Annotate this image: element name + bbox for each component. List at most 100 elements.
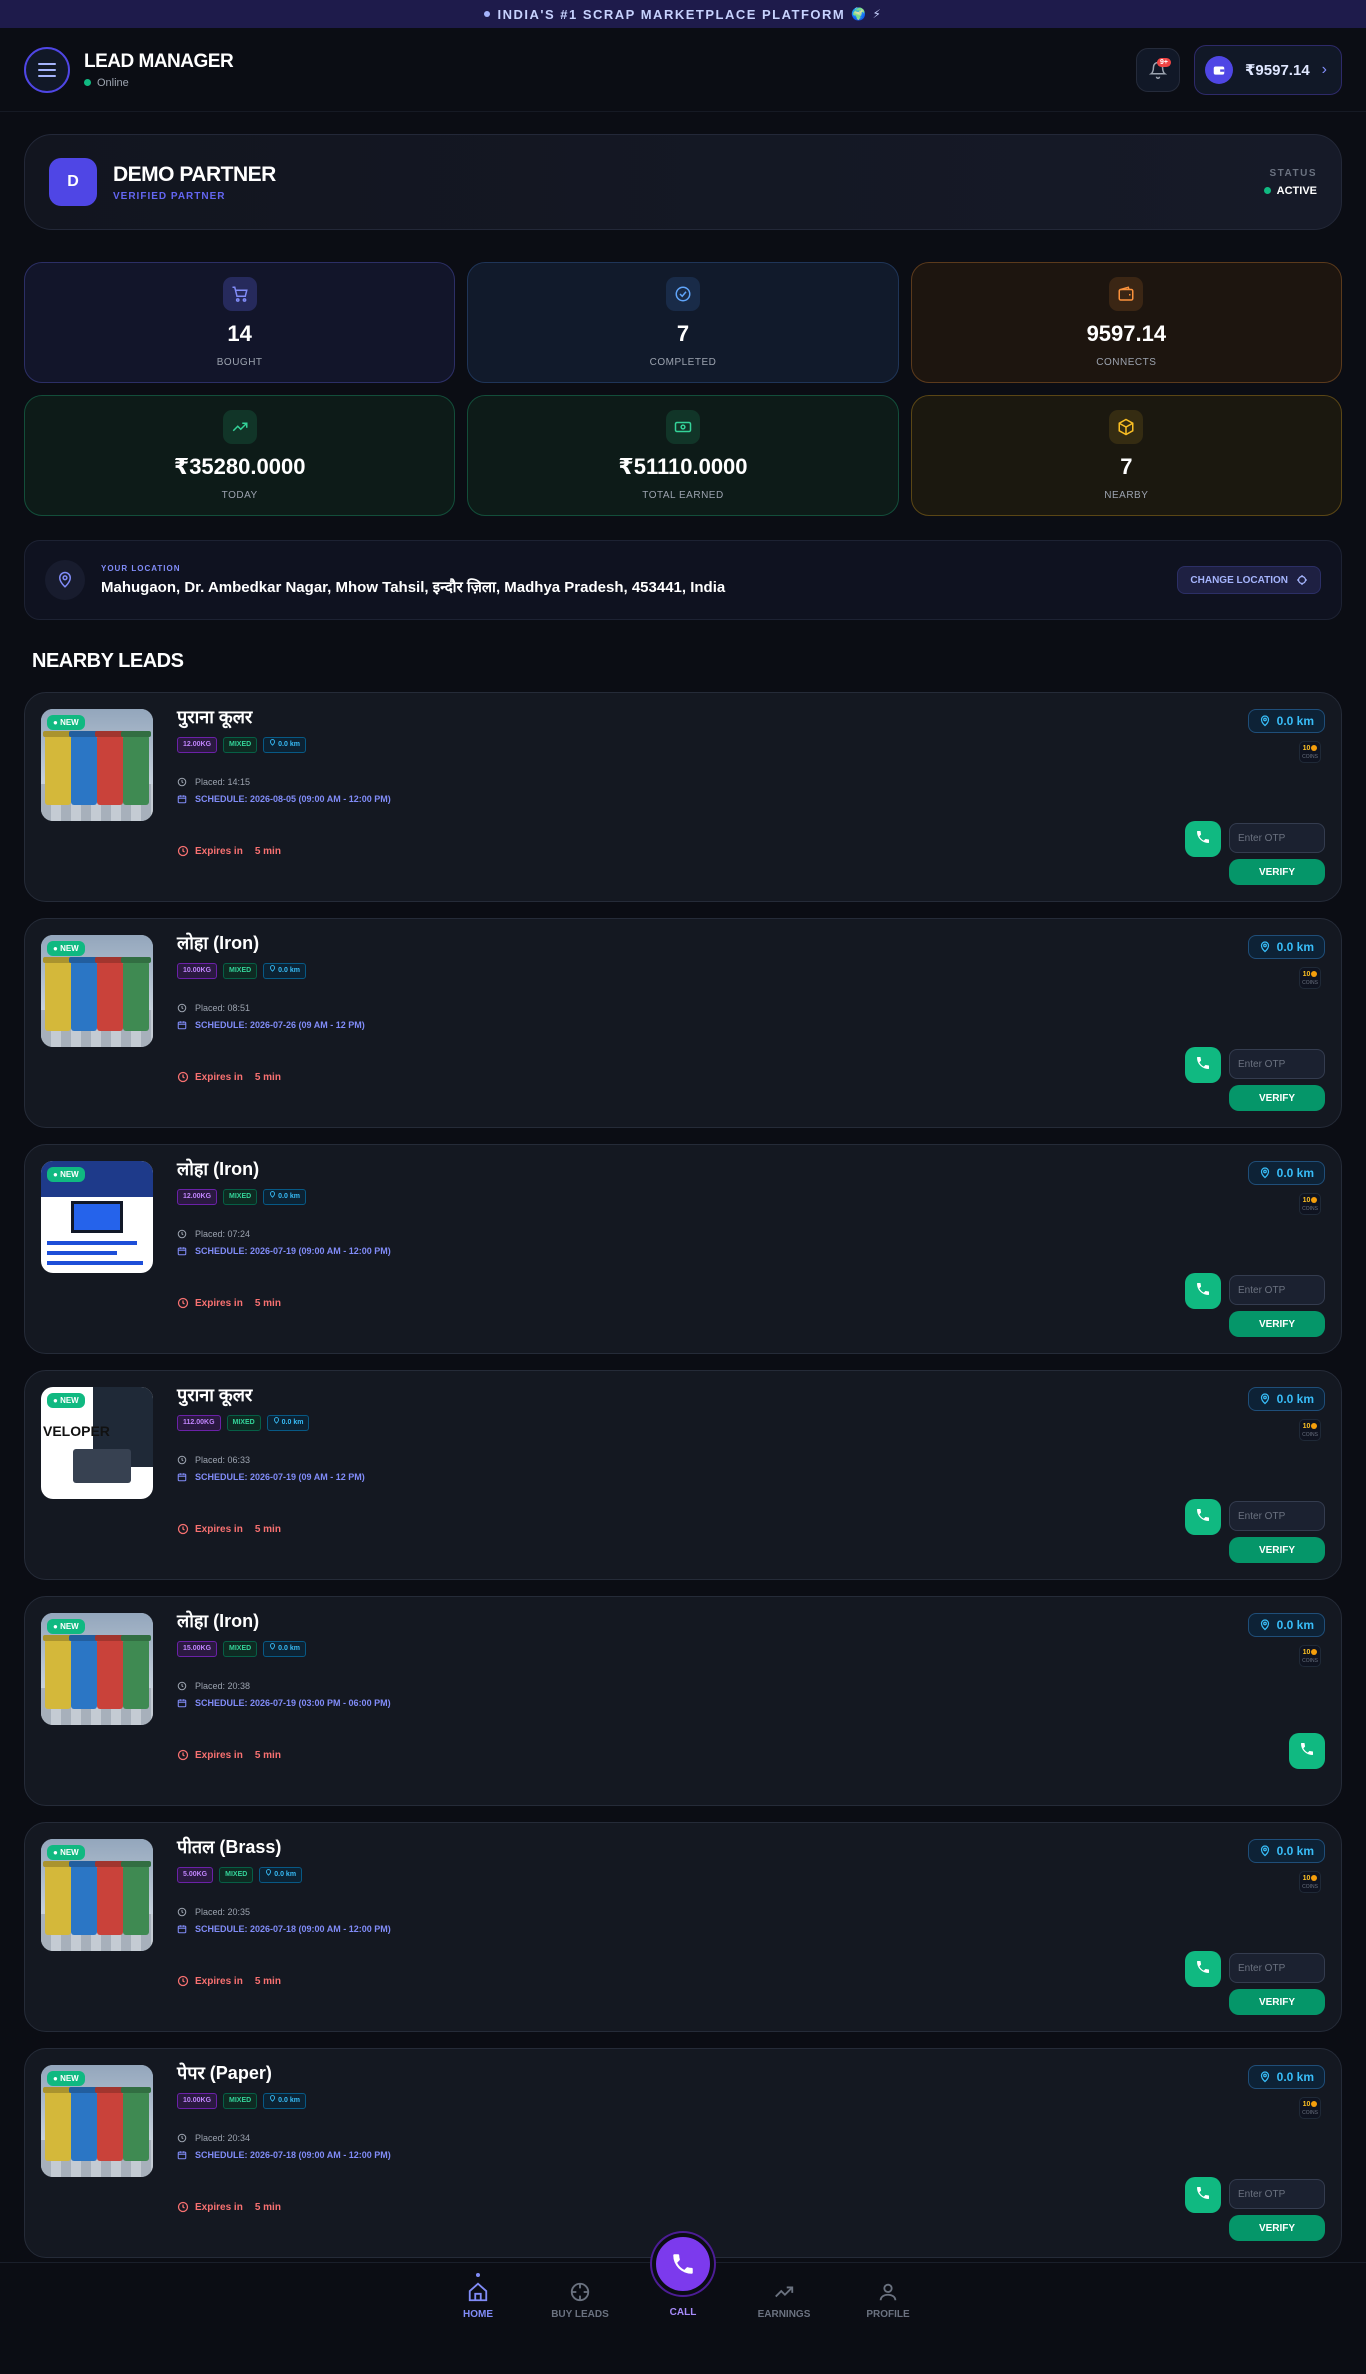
status-label: STATUS	[1269, 167, 1317, 179]
type-tag: MIXED	[226, 1415, 261, 1431]
notifications-button[interactable]: 9+	[1136, 47, 1180, 92]
lead-tags: 10.00KG MIXED 0.0 km	[177, 963, 306, 979]
map-pin-icon	[1260, 715, 1269, 727]
clock-icon	[177, 1749, 189, 1761]
cart-icon	[222, 277, 257, 311]
otp-input[interactable]	[1229, 1049, 1325, 1079]
menu-button[interactable]	[24, 46, 70, 93]
schedule-time: SCHEDULE: 2026-07-19 (03:00 PM - 06:00 P…	[177, 1698, 391, 1708]
placed-time: Placed: 08:51	[177, 1003, 250, 1013]
verify-button[interactable]: VERIFY	[1229, 1311, 1325, 1337]
map-pin-icon	[1260, 1619, 1269, 1631]
online-status: Online	[84, 77, 233, 89]
clock-icon	[177, 2201, 189, 2213]
clock-icon	[177, 777, 187, 787]
type-tag: MIXED	[223, 963, 258, 979]
new-badge: ● NEW	[47, 2071, 85, 2086]
lead-tags: 10.00KG MIXED 0.0 km	[177, 2093, 306, 2109]
phone-icon	[1299, 1741, 1315, 1762]
lead-card[interactable]: ● NEW VELOPER पुराना कूलर 112.00KG MIXED 0.0…	[24, 1370, 1342, 1580]
distance-badge: 0.0 km	[1247, 1613, 1325, 1637]
schedule-time: SCHEDULE: 2026-07-19 (09:00 AM - 12:00 P…	[177, 1246, 391, 1256]
phone-icon	[1195, 829, 1211, 850]
wallet-icon	[1109, 277, 1144, 311]
verify-button[interactable]: VERIFY	[1229, 2215, 1325, 2241]
weight-tag: 12.00KG	[177, 1189, 218, 1205]
distance-tag: 0.0 km	[263, 2093, 306, 2109]
stat-connects: 9597.14 CONNECTS	[910, 262, 1342, 383]
schedule-time: SCHEDULE: 2026-07-19 (09 AM - 12 PM)	[177, 1472, 365, 1482]
stat-label: TODAY	[221, 490, 258, 501]
clock-icon	[177, 845, 189, 857]
call-button[interactable]	[1185, 821, 1221, 857]
coin-icon	[1311, 1197, 1318, 1204]
lead-image: ● NEW	[41, 1161, 153, 1273]
coin-cost: 10 COINS	[1299, 1419, 1321, 1441]
verify-button[interactable]: VERIFY	[1229, 859, 1325, 885]
call-button[interactable]	[1185, 1273, 1221, 1309]
distance-tag: 0.0 km	[263, 737, 306, 753]
new-badge: ● NEW	[47, 941, 85, 956]
verify-button[interactable]: VERIFY	[1229, 1989, 1325, 2015]
otp-input[interactable]	[1229, 2179, 1325, 2209]
call-button[interactable]	[1185, 1951, 1221, 1987]
map-pin-icon	[270, 965, 276, 972]
call-fab-button[interactable]	[652, 2233, 714, 2295]
stat-bought: 14 BOUGHT	[24, 262, 456, 383]
lead-title: पुराना कूलर	[177, 707, 253, 727]
calendar-icon	[177, 1021, 187, 1030]
verify-button[interactable]: VERIFY	[1229, 1537, 1325, 1563]
stat-total-earned: ₹51110.0000 TOTAL EARNED	[467, 395, 899, 516]
wallet-button[interactable]: ₹9597.14 ›	[1194, 44, 1342, 95]
calendar-icon	[177, 1247, 187, 1256]
lead-card[interactable]: ● NEW पेपर (Paper) 10.00KG MIXED 0.0 km Plac…	[24, 2048, 1342, 2258]
partner-subtitle: VERIFIED PARTNER	[113, 190, 226, 202]
call-button[interactable]	[1185, 1499, 1221, 1535]
active-dot	[476, 2273, 480, 2277]
calendar-icon	[177, 2151, 187, 2160]
otp-input[interactable]	[1229, 1275, 1325, 1305]
map-pin-icon	[266, 1869, 272, 1876]
type-tag: MIXED	[223, 737, 258, 753]
nav-earnings[interactable]: EARNINGS	[754, 2281, 814, 2320]
verify-button[interactable]: VERIFY	[1229, 1085, 1325, 1111]
expiry-timer: Expires in 5 min	[177, 1749, 281, 1761]
coin-icon	[1311, 1875, 1318, 1882]
phone-icon	[1195, 1959, 1211, 1980]
otp-input[interactable]	[1229, 1953, 1325, 1983]
call-button[interactable]	[1289, 1733, 1325, 1769]
distance-badge: 0.0 km	[1247, 935, 1325, 959]
call-button[interactable]	[1185, 1047, 1221, 1083]
lead-card[interactable]: ● NEW लोहा (Iron) 12.00KG MIXED 0.0 km Place…	[24, 1144, 1342, 1354]
change-location-button[interactable]: CHANGE LOCATION	[1177, 566, 1321, 594]
lead-card[interactable]: ● NEW लोहा (Iron) 10.00KG MIXED 0.0 km Place…	[24, 918, 1342, 1128]
calendar-icon	[177, 1473, 187, 1482]
app-header: LEAD MANAGER Online 9+ ₹9597.14 ›	[0, 28, 1366, 112]
map-pin-icon	[1260, 1167, 1269, 1179]
nav-profile[interactable]: PROFILE	[858, 2281, 918, 2320]
placed-time: Placed: 06:33	[177, 1455, 250, 1465]
nav-home[interactable]: HOME	[448, 2273, 508, 2320]
coin-cost: 10 COINS	[1299, 2097, 1321, 2119]
stat-label: BOUGHT	[216, 357, 263, 368]
lead-image: ● NEW	[41, 2065, 153, 2177]
stat-today: ₹35280.0000 TODAY	[24, 395, 456, 516]
stat-label: TOTAL EARNED	[642, 490, 724, 501]
nav-buy-leads[interactable]: BUY LEADS	[550, 2281, 610, 2320]
calendar-icon	[177, 1699, 187, 1708]
otp-input[interactable]	[1229, 1501, 1325, 1531]
stat-value: 7	[676, 321, 690, 346]
otp-input[interactable]	[1229, 823, 1325, 853]
stat-value: 9597.14	[1086, 321, 1167, 346]
map-pin-icon	[1260, 2071, 1269, 2083]
lead-card[interactable]: ● NEW पुराना कूलर 12.00KG MIXED 0.0 km Place…	[24, 692, 1342, 902]
distance-tag: 0.0 km	[259, 1867, 303, 1883]
call-button[interactable]	[1185, 2177, 1221, 2213]
nav-call-label: CALL	[669, 2307, 697, 2318]
weight-tag: 10.00KG	[177, 963, 218, 979]
coin-cost: 10 COINS	[1299, 1645, 1321, 1667]
lead-card[interactable]: ● NEW पीतल (Brass) 5.00KG MIXED 0.0 km Place…	[24, 1822, 1342, 2032]
avatar: D	[49, 158, 97, 206]
type-tag: MIXED	[223, 1641, 258, 1657]
lead-card[interactable]: ● NEW लोहा (Iron) 15.00KG MIXED 0.0 km Place…	[24, 1596, 1342, 1806]
